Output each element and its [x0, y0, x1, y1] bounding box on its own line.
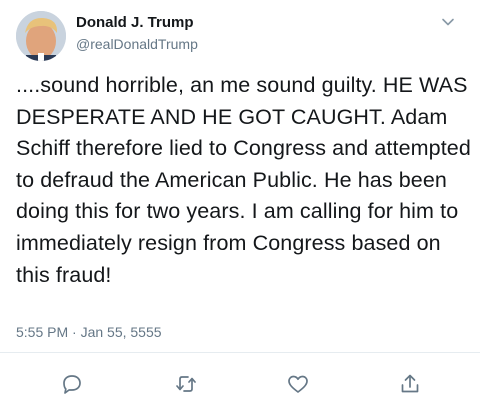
- author-name[interactable]: Donald J. Trump: [76, 14, 194, 31]
- retweet-icon[interactable]: [174, 372, 198, 396]
- tweet-card: Donald J. Trump @realDonaldTrump ....sou…: [0, 0, 480, 410]
- tweet-text: ....sound horrible, an me sound guilty. …: [16, 73, 477, 287]
- chevron-down-icon[interactable]: [438, 12, 458, 32]
- share-icon[interactable]: [398, 372, 422, 396]
- heart-icon[interactable]: [286, 372, 310, 396]
- avatar[interactable]: [16, 11, 66, 61]
- reply-icon[interactable]: [60, 372, 84, 396]
- divider: [0, 352, 480, 353]
- action-bar: [0, 372, 480, 398]
- tweet-timestamp[interactable]: 5:55 PM · Jan 55, 5555: [16, 324, 162, 340]
- author-handle[interactable]: @realDonaldTrump: [76, 36, 198, 52]
- avatar-image: [16, 11, 66, 61]
